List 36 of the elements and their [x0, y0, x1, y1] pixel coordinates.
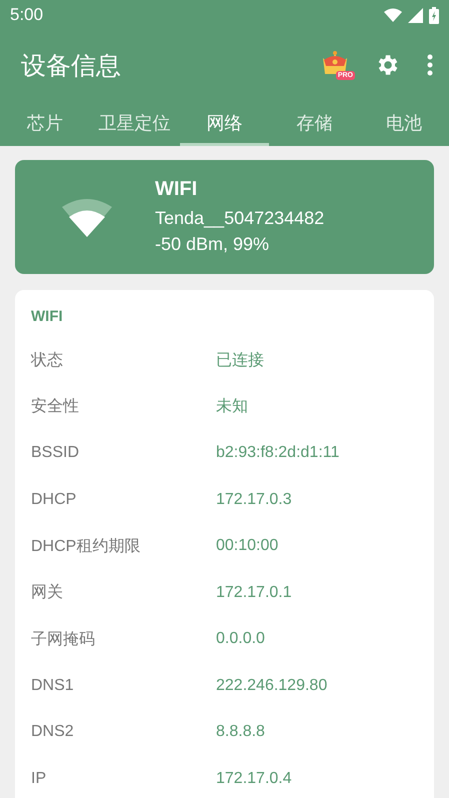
- field-label: DHCP租约期限: [31, 536, 142, 557]
- field-label: BSSID: [31, 444, 80, 462]
- wifi-icon: [62, 197, 112, 237]
- wifi-signal-icon: [384, 8, 402, 22]
- section-title: WIFI: [31, 308, 64, 325]
- field-value: 172.17.0.3: [216, 490, 292, 509]
- status-time: 5:00: [10, 5, 44, 25]
- field-label: IP: [31, 770, 48, 788]
- field-value: 未知: [216, 396, 248, 418]
- field-label: 状态: [31, 350, 64, 371]
- tab[interactable]: 存储: [269, 100, 360, 146]
- field-value: 00:10:00: [216, 537, 278, 556]
- field-value: b2:93:f8:2d:d1:11: [216, 444, 340, 462]
- field-value: 已连接: [216, 350, 264, 371]
- signal-strength: -50 dBm, 99%: [155, 232, 270, 256]
- field-label: 安全性: [31, 396, 80, 418]
- tab[interactable]: 卫星定位: [90, 100, 180, 146]
- tab[interactable]: 网络: [180, 100, 270, 146]
- field-label: DNS2: [31, 723, 75, 742]
- battery-icon: [429, 6, 439, 24]
- summary-title: WIFI: [155, 178, 198, 200]
- tab[interactable]: 芯片: [0, 100, 90, 146]
- network-name: Tenda__5047234482: [155, 206, 324, 230]
- field-label: 子网掩码: [31, 630, 96, 650]
- field-value: 222.246.129.80: [216, 676, 328, 695]
- app-title: 设备信息: [21, 50, 122, 82]
- field-value: 172.17.0.1: [216, 584, 292, 602]
- field-value: 172.17.0.4: [216, 770, 292, 788]
- field-label: DHCP: [31, 490, 78, 509]
- cell-signal-icon: [408, 8, 423, 22]
- field-value: 0.0.0.0: [216, 630, 265, 648]
- field-label: DNS1: [31, 676, 75, 695]
- field-label: 网关: [31, 582, 64, 604]
- more-menu-icon[interactable]: [427, 54, 433, 76]
- field-value: 8.8.8.8: [216, 723, 265, 742]
- tab[interactable]: 电池: [359, 100, 449, 146]
